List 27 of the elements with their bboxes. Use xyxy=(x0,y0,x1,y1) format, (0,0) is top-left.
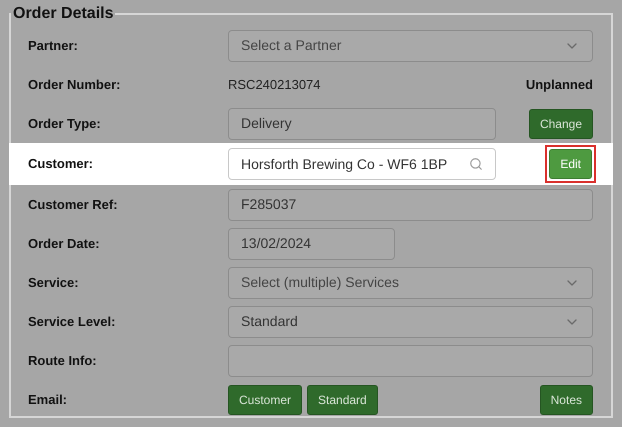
action-button[interactable]: Notes xyxy=(540,384,593,414)
field-label: Customer: xyxy=(28,155,94,174)
action-button[interactable]: Edit xyxy=(549,149,592,179)
action-button[interactable]: Change xyxy=(528,108,593,138)
field-label: Route Info: xyxy=(28,352,98,370)
field-label: Email: xyxy=(28,390,68,409)
order-number: RSC240213074 xyxy=(228,76,321,94)
field-label: Partner: xyxy=(28,36,79,55)
search-field[interactable]: Horsforth Brewing Co - WF6 1BP xyxy=(228,148,496,180)
section-title: Order Details xyxy=(12,4,114,24)
order-type-field: Delivery xyxy=(228,108,496,140)
select-field[interactable]: Select (multiple) Services xyxy=(228,266,593,298)
field-label: Order Number: xyxy=(28,76,122,94)
input-field[interactable] xyxy=(228,344,593,376)
select-field[interactable]: Standard xyxy=(228,306,593,338)
action-button[interactable]: Customer xyxy=(228,384,302,414)
input-field[interactable]: F285037 xyxy=(228,188,593,220)
field-label: Customer Ref: xyxy=(28,196,119,214)
date-field[interactable]: 13/02/2024 xyxy=(228,228,395,260)
order-status: Unplanned xyxy=(526,76,593,94)
field-label: Service: xyxy=(28,274,80,292)
field-label: Order Type: xyxy=(28,114,102,133)
field-label: Service Level: xyxy=(28,312,116,331)
search-icon xyxy=(469,157,483,171)
field-label: Order Date: xyxy=(28,234,101,253)
select-field[interactable]: Select a Partner xyxy=(228,30,593,62)
action-button[interactable]: Standard xyxy=(307,384,378,414)
